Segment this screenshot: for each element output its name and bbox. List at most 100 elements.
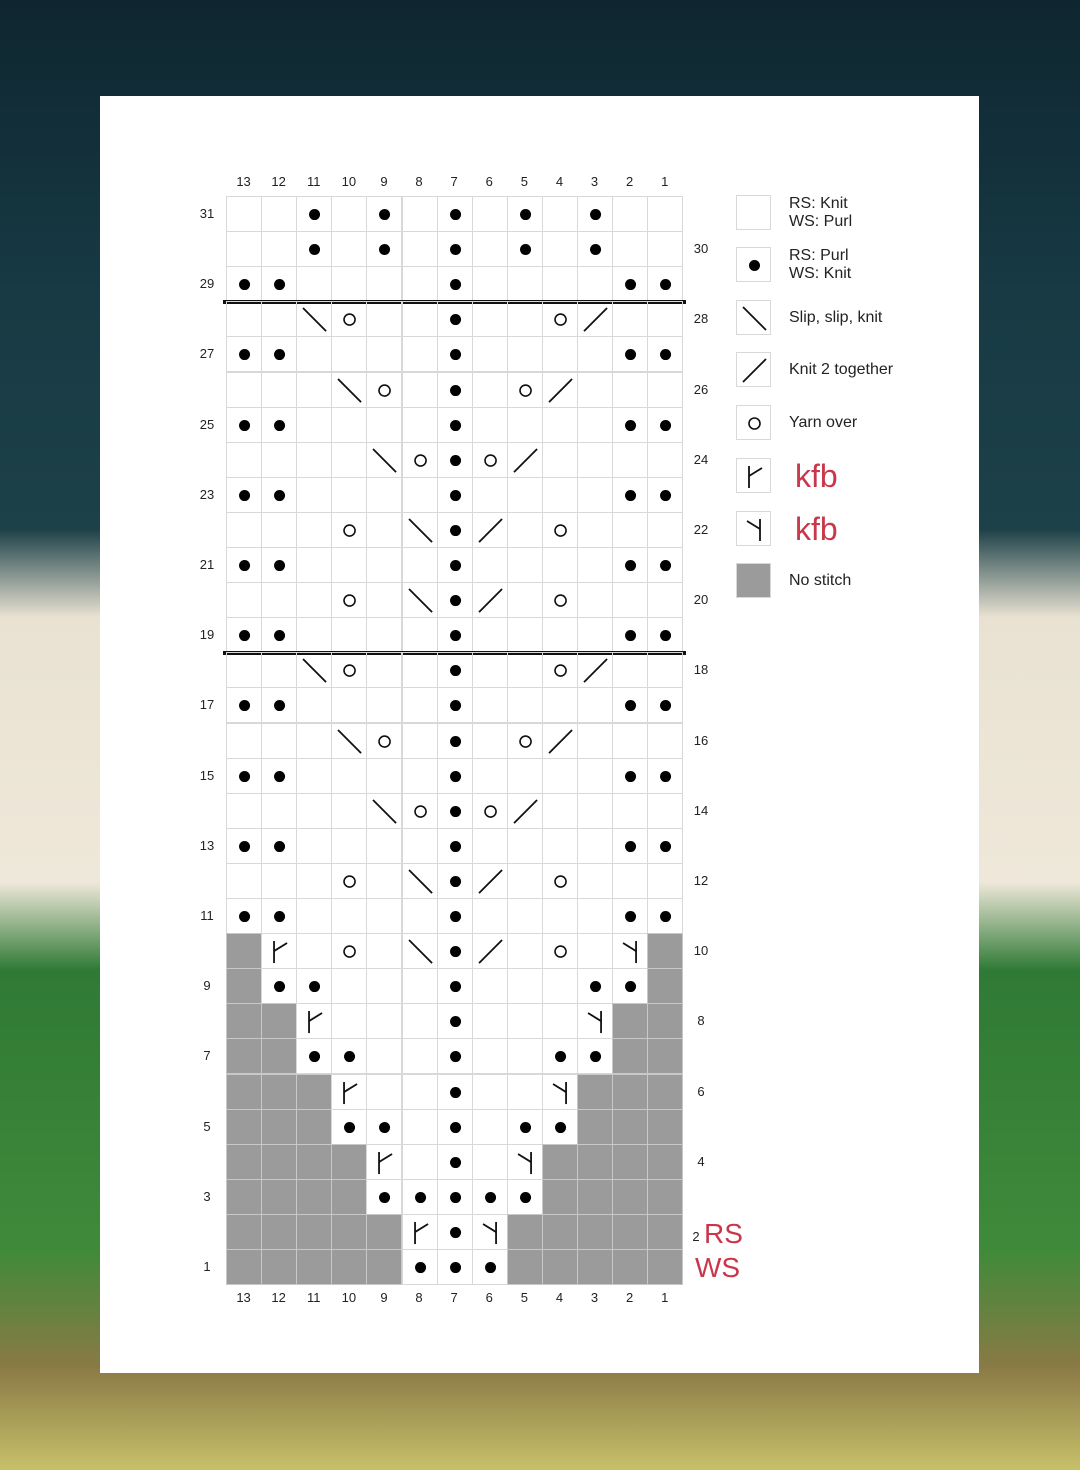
stitch-knit bbox=[401, 968, 438, 1005]
stitch-purl bbox=[647, 898, 684, 935]
purl-icon bbox=[519, 244, 531, 256]
stitch-knit bbox=[506, 511, 543, 548]
purl-icon bbox=[344, 1051, 356, 1063]
k2tog-icon bbox=[513, 799, 538, 824]
stitch-no-stitch bbox=[647, 1178, 684, 1215]
stitch-knit bbox=[401, 757, 438, 794]
row-number: 12 bbox=[693, 872, 709, 888]
stitch-knit bbox=[541, 336, 578, 373]
stitch-purl bbox=[436, 687, 473, 724]
legend-label: RS: Purl WS: Knit bbox=[789, 247, 851, 283]
row-number: 21 bbox=[199, 557, 215, 572]
column-number-top: 3 bbox=[590, 174, 599, 189]
stitch-knit bbox=[226, 652, 263, 689]
kfb-right-icon bbox=[517, 1151, 532, 1174]
stitch-knit bbox=[506, 476, 543, 513]
stitch-knit bbox=[541, 968, 578, 1005]
stitch-no-stitch bbox=[331, 1178, 368, 1215]
stitch-knit bbox=[401, 652, 438, 689]
stitch-no-stitch bbox=[612, 1143, 649, 1180]
stitch-no-stitch bbox=[296, 1143, 333, 1180]
k2tog-icon bbox=[548, 377, 573, 403]
kfb-left-icon bbox=[343, 1081, 358, 1104]
stitch-knit bbox=[541, 757, 578, 794]
purl-icon bbox=[274, 840, 286, 852]
stitch-knit bbox=[331, 792, 368, 829]
stitch-no-stitch bbox=[296, 1249, 333, 1286]
stitch-purl bbox=[436, 933, 473, 970]
stitch-knit bbox=[261, 722, 298, 759]
column-number-bottom: 2 bbox=[626, 1290, 634, 1305]
stitch-knit bbox=[366, 827, 403, 864]
ws-label: WS bbox=[695, 1252, 741, 1283]
stitch-knit bbox=[401, 722, 438, 759]
stitch-k2tog bbox=[506, 441, 543, 478]
ssk-icon bbox=[407, 869, 433, 894]
ssk-icon bbox=[372, 799, 398, 824]
stitch-knit bbox=[647, 652, 684, 689]
purl-icon bbox=[344, 1121, 356, 1133]
stitch-no-stitch bbox=[647, 933, 684, 970]
stitch-knit bbox=[647, 582, 684, 619]
kfb-left-icon bbox=[308, 1011, 323, 1034]
purl-icon bbox=[239, 630, 251, 642]
column-number-bottom: 10 bbox=[341, 1290, 357, 1305]
stitch-purl bbox=[296, 231, 333, 268]
stitch-no-stitch bbox=[366, 1213, 403, 1250]
stitch-knit bbox=[541, 547, 578, 584]
stitch-purl bbox=[331, 1108, 368, 1145]
stitch-purl bbox=[261, 757, 298, 794]
row-number: 8 bbox=[697, 1013, 705, 1029]
stitch-knit bbox=[506, 652, 543, 689]
stitch-knit bbox=[541, 617, 578, 654]
stitch-knit bbox=[401, 336, 438, 373]
stitch-knit bbox=[577, 617, 614, 654]
purl-icon bbox=[449, 981, 461, 993]
stitch-purl bbox=[226, 827, 263, 864]
stitch-purl bbox=[261, 406, 298, 443]
stitch-knit bbox=[226, 371, 263, 408]
purl-icon bbox=[449, 1086, 461, 1098]
stitch-knit bbox=[541, 827, 578, 864]
column-number-top: 1 bbox=[661, 174, 669, 189]
stitch-knit bbox=[506, 1073, 543, 1110]
legend-swatch-no-stitch bbox=[736, 563, 771, 598]
stitch-knit bbox=[541, 266, 578, 303]
stitch-no-stitch bbox=[226, 1003, 263, 1040]
purl-icon bbox=[554, 1051, 566, 1063]
k2tog-icon bbox=[548, 728, 573, 754]
stitch-knit bbox=[296, 406, 333, 443]
yo-icon bbox=[343, 875, 357, 888]
purl-icon bbox=[449, 489, 461, 501]
stitch-knit bbox=[612, 231, 649, 268]
stitch-knit bbox=[506, 266, 543, 303]
stitch-knit bbox=[612, 722, 649, 759]
purl-icon bbox=[660, 700, 672, 712]
stitch-knit bbox=[471, 371, 508, 408]
purl-icon bbox=[449, 805, 461, 817]
row-number: 26 bbox=[693, 381, 709, 397]
purl-icon bbox=[449, 314, 461, 326]
stitch-knit bbox=[401, 617, 438, 654]
stitch-purl bbox=[261, 827, 298, 864]
legend-label-line: RS: Purl bbox=[789, 247, 849, 264]
stitch-knit bbox=[366, 862, 403, 899]
stitch-knit bbox=[226, 196, 263, 233]
stitch-k2tog bbox=[471, 511, 508, 548]
row-number: 17 bbox=[199, 697, 215, 713]
stitch-ssk bbox=[331, 722, 368, 759]
legend-swatch-kfb-right bbox=[736, 511, 771, 546]
purl-icon bbox=[660, 419, 672, 431]
stitch-no-stitch bbox=[612, 1038, 649, 1075]
rs-label: RS bbox=[704, 1217, 743, 1249]
stitch-knit bbox=[366, 757, 403, 794]
purl-icon bbox=[449, 1016, 461, 1028]
stitch-no-stitch bbox=[261, 1178, 298, 1215]
stitch-no-stitch bbox=[612, 1213, 649, 1250]
stitch-kfb-left bbox=[296, 1003, 333, 1040]
stitch-no-stitch bbox=[647, 968, 684, 1005]
stitch-purl bbox=[436, 1249, 473, 1286]
stitch-knit bbox=[331, 406, 368, 443]
stitch-purl bbox=[436, 476, 473, 513]
stitch-purl bbox=[226, 336, 263, 373]
